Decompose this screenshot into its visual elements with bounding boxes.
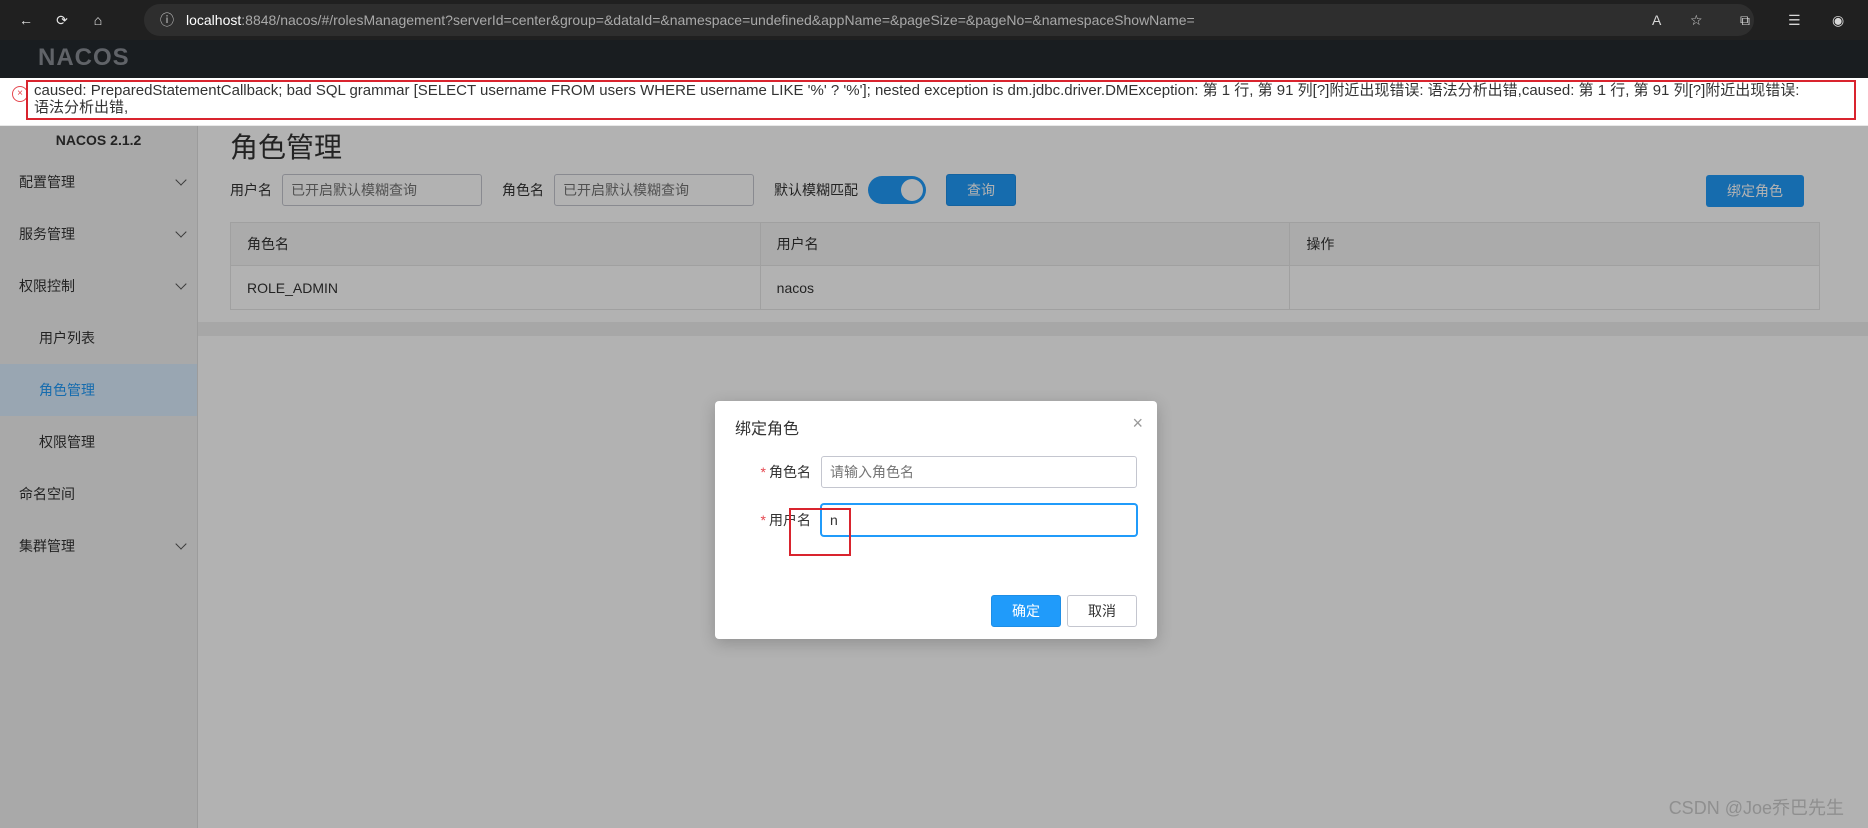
close-icon[interactable]: × [1132, 413, 1143, 434]
input-annotation-box [789, 508, 851, 556]
dialog-title: 绑定角色 [735, 421, 800, 438]
favorite-add-icon[interactable]: ☆ [1690, 4, 1703, 36]
required-mark: * [760, 512, 766, 528]
confirm-button[interactable]: 确定 [991, 595, 1061, 627]
browser-toolbar: ← ⟳ ⌂ ⓘ localhost:8848/nacos/#/rolesMana… [0, 0, 1868, 40]
error-annotation-box [26, 80, 1856, 120]
role-form-row: * 角色名 [735, 456, 1137, 488]
read-aloud-icon[interactable]: A [1652, 4, 1661, 36]
cancel-button[interactable]: 取消 [1067, 595, 1137, 627]
profile-avatar[interactable]: ◉ [1832, 4, 1844, 36]
role-field-label: * 角色名 [735, 462, 821, 482]
url-host: localhost [186, 12, 242, 28]
extensions-icon[interactable]: ⧉ [1740, 4, 1750, 36]
info-icon: ⓘ [160, 12, 174, 28]
username-input[interactable] [821, 504, 1137, 536]
required-mark: * [760, 464, 766, 480]
dialog-footer: 确定 取消 [991, 595, 1137, 627]
home-icon[interactable]: ⌂ [80, 4, 116, 36]
role-field-label-text: 角色名 [769, 464, 811, 480]
url-path: :8848/nacos/#/rolesManagement?serverId=c… [241, 12, 1195, 28]
watermark: CSDN @Joe乔巴先生 [1668, 798, 1844, 818]
refresh-icon[interactable]: ⟳ [44, 4, 80, 36]
address-bar[interactable]: ⓘ localhost:8848/nacos/#/rolesManagement… [144, 4, 1754, 36]
role-name-input[interactable] [821, 456, 1137, 488]
bind-role-dialog: 绑定角色 × *角色名 *用户名 确定 取消 [715, 401, 1157, 639]
favorites-icon[interactable]: ☰ [1788, 4, 1801, 36]
back-icon[interactable]: ← [8, 4, 44, 36]
